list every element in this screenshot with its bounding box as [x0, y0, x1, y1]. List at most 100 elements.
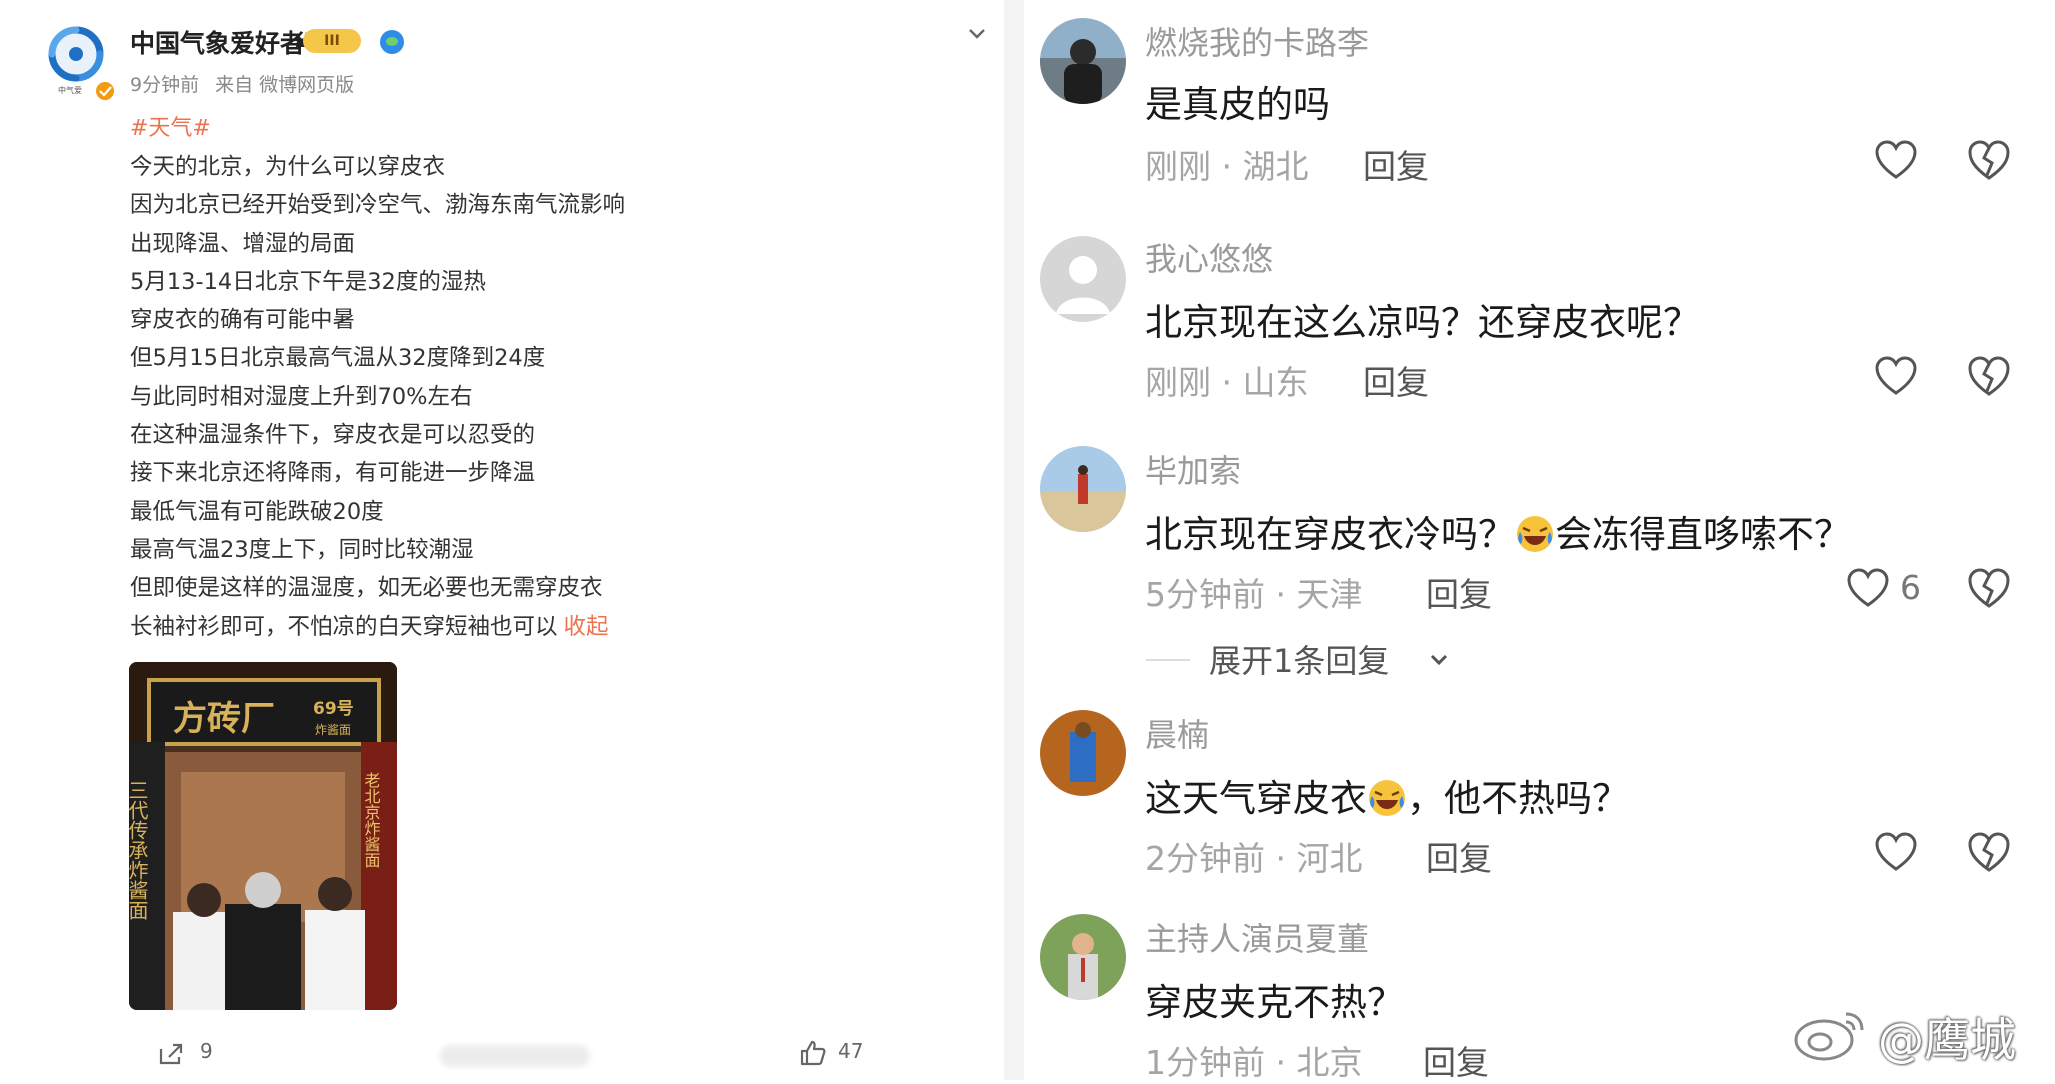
comment-time: 2分钟前 — [1145, 839, 1265, 878]
comment-meta: 刚刚 · 山东 — [1145, 356, 1309, 404]
svg-text:炸酱面: 炸酱面 — [315, 722, 351, 737]
post-time: 9分钟前 — [130, 74, 200, 96]
comment-text: 北京现在这么凉吗？还穿皮衣呢？ — [1145, 301, 1700, 344]
comment-text: 这天气穿皮衣 ，他不热吗？ — [1145, 768, 1629, 822]
comment-text-part: 北京现在穿皮衣冷吗？ — [1145, 513, 1515, 556]
comment-username[interactable]: 我心悠悠 — [1145, 234, 1273, 280]
reply-button[interactable]: 回复 — [1363, 356, 1429, 404]
laughing-crying-emoji — [1517, 516, 1553, 552]
svg-text:中气爱: 中气爱 — [58, 85, 82, 95]
heart-icon[interactable] — [1846, 568, 1890, 608]
post-line: 最低气温有可能跌破20度 — [130, 498, 384, 525]
comment-text-part: ，他不热吗？ — [1407, 777, 1629, 820]
share-count: 9 — [200, 1039, 213, 1063]
reply-button[interactable]: 回复 — [1426, 832, 1492, 880]
reply-button[interactable]: 回复 — [1423, 1036, 1489, 1084]
restaurant-photo: 方砖厂 69号 炸酱面 三代传承炸酱面 老北京炸酱面 — [129, 662, 397, 1010]
post-photo[interactable]: 方砖厂 69号 炸酱面 三代传承炸酱面 老北京炸酱面 — [129, 662, 397, 1010]
post-line: 与此同时相对湿度上升到70%左右 — [130, 383, 473, 410]
expand-replies-link[interactable]: 展开1条回复 — [1209, 636, 1389, 682]
svg-text:69号: 69号 — [313, 699, 354, 719]
broken-heart-icon[interactable] — [1967, 567, 2011, 609]
meta-separator: · — [1275, 1043, 1287, 1082]
broken-heart-icon[interactable] — [1967, 831, 2011, 873]
avatar-photo — [1040, 914, 1126, 1000]
heart-icon[interactable] — [1874, 140, 1918, 180]
comment-text: 是真皮的吗 — [1145, 83, 1330, 126]
comment-text-part: 这天气穿皮衣 — [1145, 777, 1367, 820]
comment-location: 湖北 — [1242, 147, 1309, 186]
broken-heart-icon[interactable] — [1967, 355, 2011, 397]
broken-heart-icon[interactable] — [1967, 139, 2011, 181]
comment-time: 1分钟前 — [1145, 1043, 1265, 1082]
reply-button[interactable]: 回复 — [1363, 140, 1429, 188]
post-line: 在这种温湿条件下，穿皮衣是可以忍受的 — [130, 422, 536, 449]
post-footer: 9 47 — [0, 1035, 1000, 1075]
comment-location: 河北 — [1296, 839, 1363, 878]
svg-text:三代传承炸酱面: 三代传承炸酱面 — [129, 780, 149, 920]
comment-avatar[interactable] — [1040, 914, 1126, 1000]
comment-text: 穿皮夹克不热？ — [1145, 981, 1404, 1024]
post-line: 因为北京已经开始受到冷空气、渤海东南气流影响 — [130, 192, 626, 219]
comment-username[interactable]: 主持人演员夏董 — [1145, 914, 1369, 960]
post-meta: 9分钟前 来自 微博网页版 — [130, 70, 364, 97]
comment-meta: 1分钟前 · 北京 — [1145, 1036, 1363, 1084]
weibo-logo-icon — [1794, 1012, 1864, 1061]
comment-time: 刚刚 — [1145, 147, 1211, 186]
comment-avatar[interactable] — [1040, 18, 1126, 104]
expand-divider — [1146, 659, 1190, 661]
comment-username[interactable]: 燃烧我的卡路李 — [1145, 18, 1369, 64]
panel-divider — [1004, 0, 1024, 1080]
avatar-photo — [1040, 18, 1126, 104]
meta-separator: · — [1221, 147, 1233, 186]
collapse-link[interactable]: 收起 — [564, 614, 609, 640]
watermark-text: @鹰城 — [1878, 1013, 2016, 1067]
comment-avatar[interactable] — [1040, 236, 1126, 322]
default-avatar-icon — [1040, 236, 1126, 322]
post-line: 出现降温、增湿的局面 — [130, 230, 356, 257]
vip-badge[interactable]: III — [303, 29, 361, 53]
post-line: 今天的北京，为什么可以穿皮衣 — [130, 154, 446, 180]
comment-time: 刚刚 — [1145, 363, 1211, 402]
post-line: 穿皮衣的确有可能中暑 — [130, 307, 356, 334]
comment-location: 山东 — [1242, 363, 1309, 402]
post-body: 今天的北京，为什么可以穿皮衣 因为北京已经开始受到冷空气、渤海东南气流影响 出现… — [130, 148, 950, 646]
author-avatar[interactable]: 中气爱 — [38, 22, 118, 102]
comment-meta: 5分钟前 · 天津 — [1145, 568, 1363, 616]
meta-separator: · — [1275, 575, 1287, 614]
watermark: @鹰城 — [1792, 996, 2037, 1067]
comment-location: 北京 — [1296, 1043, 1363, 1082]
post-line: 但即使是这样的温湿度，如无必要也无需穿皮衣 — [130, 575, 603, 602]
comment-location: 天津 — [1296, 575, 1363, 614]
comment-avatar[interactable] — [1040, 710, 1126, 796]
reply-button[interactable]: 回复 — [1426, 568, 1492, 616]
author-name[interactable]: 中国气象爱好者 — [130, 24, 305, 60]
heart-icon[interactable] — [1874, 832, 1918, 872]
comment-text: 北京现在穿皮衣冷吗？ 会冻得直哆嗦不？ — [1145, 504, 1851, 558]
comments-panel: 燃烧我的卡路李 是真皮的吗 刚刚 · 湖北 回复 我心悠悠 北京现在这么凉吗？还… — [1024, 0, 2055, 1082]
chevron-down-icon[interactable] — [966, 22, 988, 44]
meta-separator: · — [1221, 363, 1233, 402]
post-line: 5月13-14日北京下午是32度的湿热 — [130, 268, 486, 295]
comment-count-blurred[interactable] — [440, 1045, 590, 1067]
comment-username[interactable]: 晨楠 — [1145, 710, 1209, 756]
comment-username[interactable]: 毕加索 — [1145, 446, 1241, 492]
like-icon[interactable] — [799, 1039, 827, 1067]
post-source: 来自 微博网页版 — [215, 74, 355, 96]
share-icon[interactable] — [157, 1041, 185, 1067]
meta-separator: · — [1275, 839, 1287, 878]
chevron-down-icon[interactable] — [1428, 649, 1450, 671]
post-line: 但5月15日北京最高气温从32度降到24度 — [130, 345, 546, 372]
avatar-photo — [1040, 446, 1126, 532]
weather-logo-icon: 中气爱 — [48, 26, 114, 100]
topic-hashtag[interactable]: #天气# — [130, 110, 211, 142]
laughing-crying-emoji — [1369, 780, 1405, 816]
verified-icon — [380, 30, 404, 54]
avatar-photo — [1040, 710, 1126, 796]
heart-icon[interactable] — [1874, 356, 1918, 396]
comment-avatar[interactable] — [1040, 446, 1126, 532]
post-line: 接下来北京还将降雨，有可能进一步降温 — [130, 460, 536, 487]
post-line: 最高气温23度上下，同时比较潮湿 — [130, 536, 474, 563]
comment-meta: 刚刚 · 湖北 — [1145, 140, 1309, 188]
like-count: 47 — [838, 1039, 864, 1063]
